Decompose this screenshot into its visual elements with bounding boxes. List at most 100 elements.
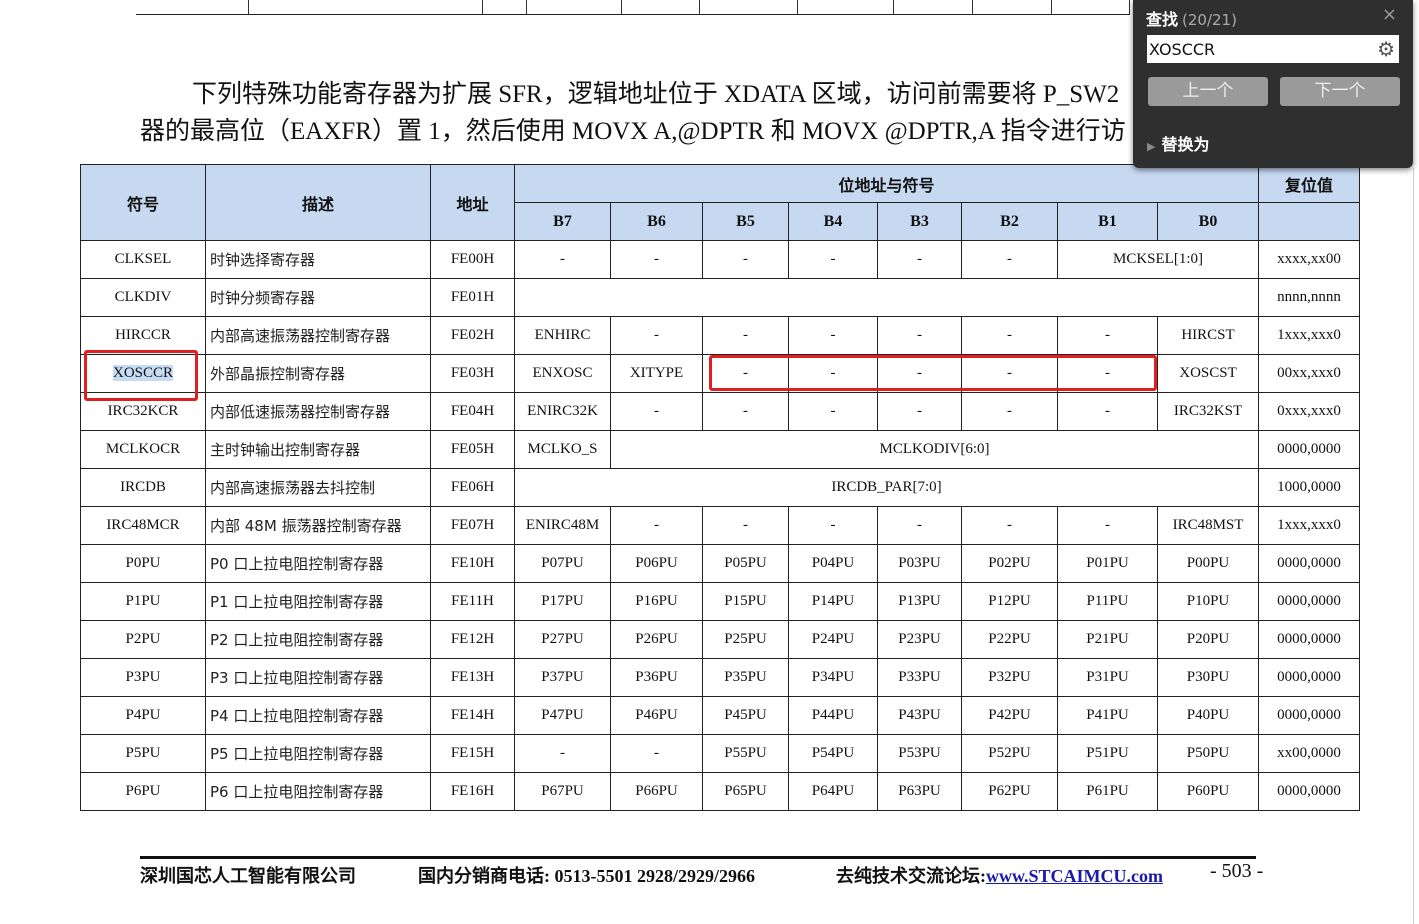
cell-bit: P42PU	[961, 696, 1058, 735]
table-row: HIRCCR 内部高速振荡器控制寄存器 FE02H ENHIRC - - - - - - HIRCS…	[80, 316, 1361, 355]
header-bit: B6	[610, 202, 703, 241]
cell-bit: P26PU	[610, 620, 703, 659]
cell-desc: P4 口上拉电阻控制寄存器	[205, 696, 431, 735]
cell-addr: FE06H	[430, 468, 515, 507]
find-input[interactable]	[1147, 35, 1399, 63]
cell-bit: -	[961, 316, 1058, 355]
cell-symbol: HIRCCR	[80, 316, 206, 355]
cell-bit: XITYPE	[610, 354, 703, 393]
cell-addr: FE07H	[430, 506, 515, 545]
header-addr: 地址	[430, 164, 515, 241]
cell-reset: xxxx,xx00	[1258, 240, 1361, 279]
cell-bit: P30PU	[1156, 658, 1260, 697]
gear-icon[interactable]: ⚙	[1377, 37, 1395, 61]
find-title-label: 查找	[1146, 10, 1179, 29]
footer-rule	[140, 856, 1256, 859]
cell-bit: P34PU	[788, 658, 878, 697]
cell-bit: IRCDB_PAR[7:0]	[513, 468, 1260, 507]
previous-table-fragment	[136, 0, 1130, 15]
cell-bit: P63PU	[877, 772, 962, 811]
cell-bit: P00PU	[1156, 544, 1260, 583]
cell-reset: 0000,0000	[1258, 582, 1361, 621]
cell-symbol: P2PU	[80, 620, 206, 659]
find-previous-button[interactable]: 上一个	[1148, 77, 1268, 106]
close-icon[interactable]: ×	[1382, 4, 1397, 25]
header-bit: B3	[877, 202, 962, 241]
cell-bit: P10PU	[1156, 582, 1260, 621]
cell-bit: IRC32KST	[1156, 392, 1260, 431]
cell-bit: P36PU	[610, 658, 703, 697]
cell-bit: P67PU	[514, 772, 611, 811]
cell-bit: -	[702, 316, 789, 355]
cell-bit: P53PU	[877, 734, 962, 773]
header-bit: B5	[702, 202, 789, 241]
header-symbol: 符号	[80, 164, 206, 241]
header-reset: 复位值	[1258, 164, 1361, 203]
cell-reset: nnnn,nnnn	[1258, 278, 1361, 317]
cell-bit: P50PU	[1156, 734, 1260, 773]
cell-desc: P0 口上拉电阻控制寄存器	[205, 544, 431, 583]
cell-desc: 主时钟输出控制寄存器	[205, 430, 431, 469]
cell-bit: P45PU	[702, 696, 789, 735]
replace-label: 替换为	[1161, 135, 1210, 154]
cell-bit: P14PU	[788, 582, 878, 621]
cell-bit: ENHIRC	[514, 316, 611, 355]
symbol-text: P6PU	[125, 783, 161, 799]
cell-bit: P15PU	[702, 582, 789, 621]
symbol-text: IRC32KCR	[107, 403, 179, 419]
cell-bit: P03PU	[877, 544, 962, 583]
cell-desc: P5 口上拉电阻控制寄存器	[205, 734, 431, 773]
cell-addr: FE01H	[430, 278, 515, 317]
find-next-button[interactable]: 下一个	[1280, 77, 1400, 106]
cell-bit: -	[788, 392, 878, 431]
header-reset-blank	[1258, 202, 1361, 241]
symbol-text: P4PU	[125, 707, 161, 723]
table-row: CLKDIV 时钟分频寄存器 FE01H nnnn,nnnn	[80, 278, 1361, 317]
cell-bit: P60PU	[1156, 772, 1260, 811]
cell-symbol: P3PU	[80, 658, 206, 697]
scrollbar-track[interactable]	[1413, 168, 1414, 924]
cell-addr: FE02H	[430, 316, 515, 355]
cell-addr: FE10H	[430, 544, 515, 583]
cell-bit: ENXOSC	[514, 354, 611, 393]
cell-desc: P2 口上拉电阻控制寄存器	[205, 620, 431, 659]
table-row: IRC32KCR 内部低速振荡器控制寄存器 FE04H ENIRC32K - - - - - - I…	[80, 392, 1361, 431]
replace-toggle[interactable]: ▶ 替换为	[1147, 131, 1209, 155]
cell-addr: FE16H	[430, 772, 515, 811]
cell-addr: FE13H	[430, 658, 515, 697]
cell-bit: -	[514, 240, 611, 279]
cell-bit: P07PU	[514, 544, 611, 583]
cell-desc: 时钟选择寄存器	[205, 240, 431, 279]
cell-reset: xx00,0000	[1258, 734, 1361, 773]
header-desc: 描述	[205, 164, 431, 241]
cell-desc: 时钟分频寄存器	[205, 278, 431, 317]
cell-bit: P65PU	[702, 772, 789, 811]
symbol-text: MCLKOCR	[105, 441, 181, 457]
cell-bit: -	[514, 734, 611, 773]
cell-bit: P32PU	[961, 658, 1058, 697]
cell-bit: -	[610, 316, 703, 355]
cell-reset: 1000,0000	[1258, 468, 1361, 507]
symbol-text: CLKSEL	[114, 251, 172, 267]
search-match-box-symbol	[84, 350, 198, 401]
cell-desc: P3 口上拉电阻控制寄存器	[205, 658, 431, 697]
footer-forum-link[interactable]: www.STCAIMCU.com	[986, 866, 1163, 886]
cell-symbol: P5PU	[80, 734, 206, 773]
cell-bit: P46PU	[610, 696, 703, 735]
cell-bit: P06PU	[610, 544, 703, 583]
page-number: - 503 -	[1210, 860, 1264, 882]
find-title: 查找 (20/21)	[1146, 6, 1237, 30]
cell-bit: -	[1057, 316, 1158, 355]
cell-symbol: MCLKOCR	[80, 430, 206, 469]
cell-bit: P25PU	[702, 620, 789, 659]
cell-desc: 内部高速振荡器去抖控制	[205, 468, 431, 507]
cell-bit: P41PU	[1057, 696, 1158, 735]
cell-bit	[513, 278, 1260, 317]
cell-bit: MCLKO_S	[514, 430, 611, 469]
cell-bit: XOSCST	[1156, 354, 1260, 393]
cell-reset: 0000,0000	[1258, 544, 1361, 583]
cell-bit: -	[702, 240, 789, 279]
table-row: P0PU P0 口上拉电阻控制寄存器 FE10H P07PU P06PU P05PU P04…	[80, 544, 1361, 583]
cell-symbol: IRC48MCR	[80, 506, 206, 545]
intro-line-1: 下列特殊功能寄存器为扩展 SFR，逻辑地址位于 XDATA 区域，访问前需要将 …	[192, 81, 1145, 108]
